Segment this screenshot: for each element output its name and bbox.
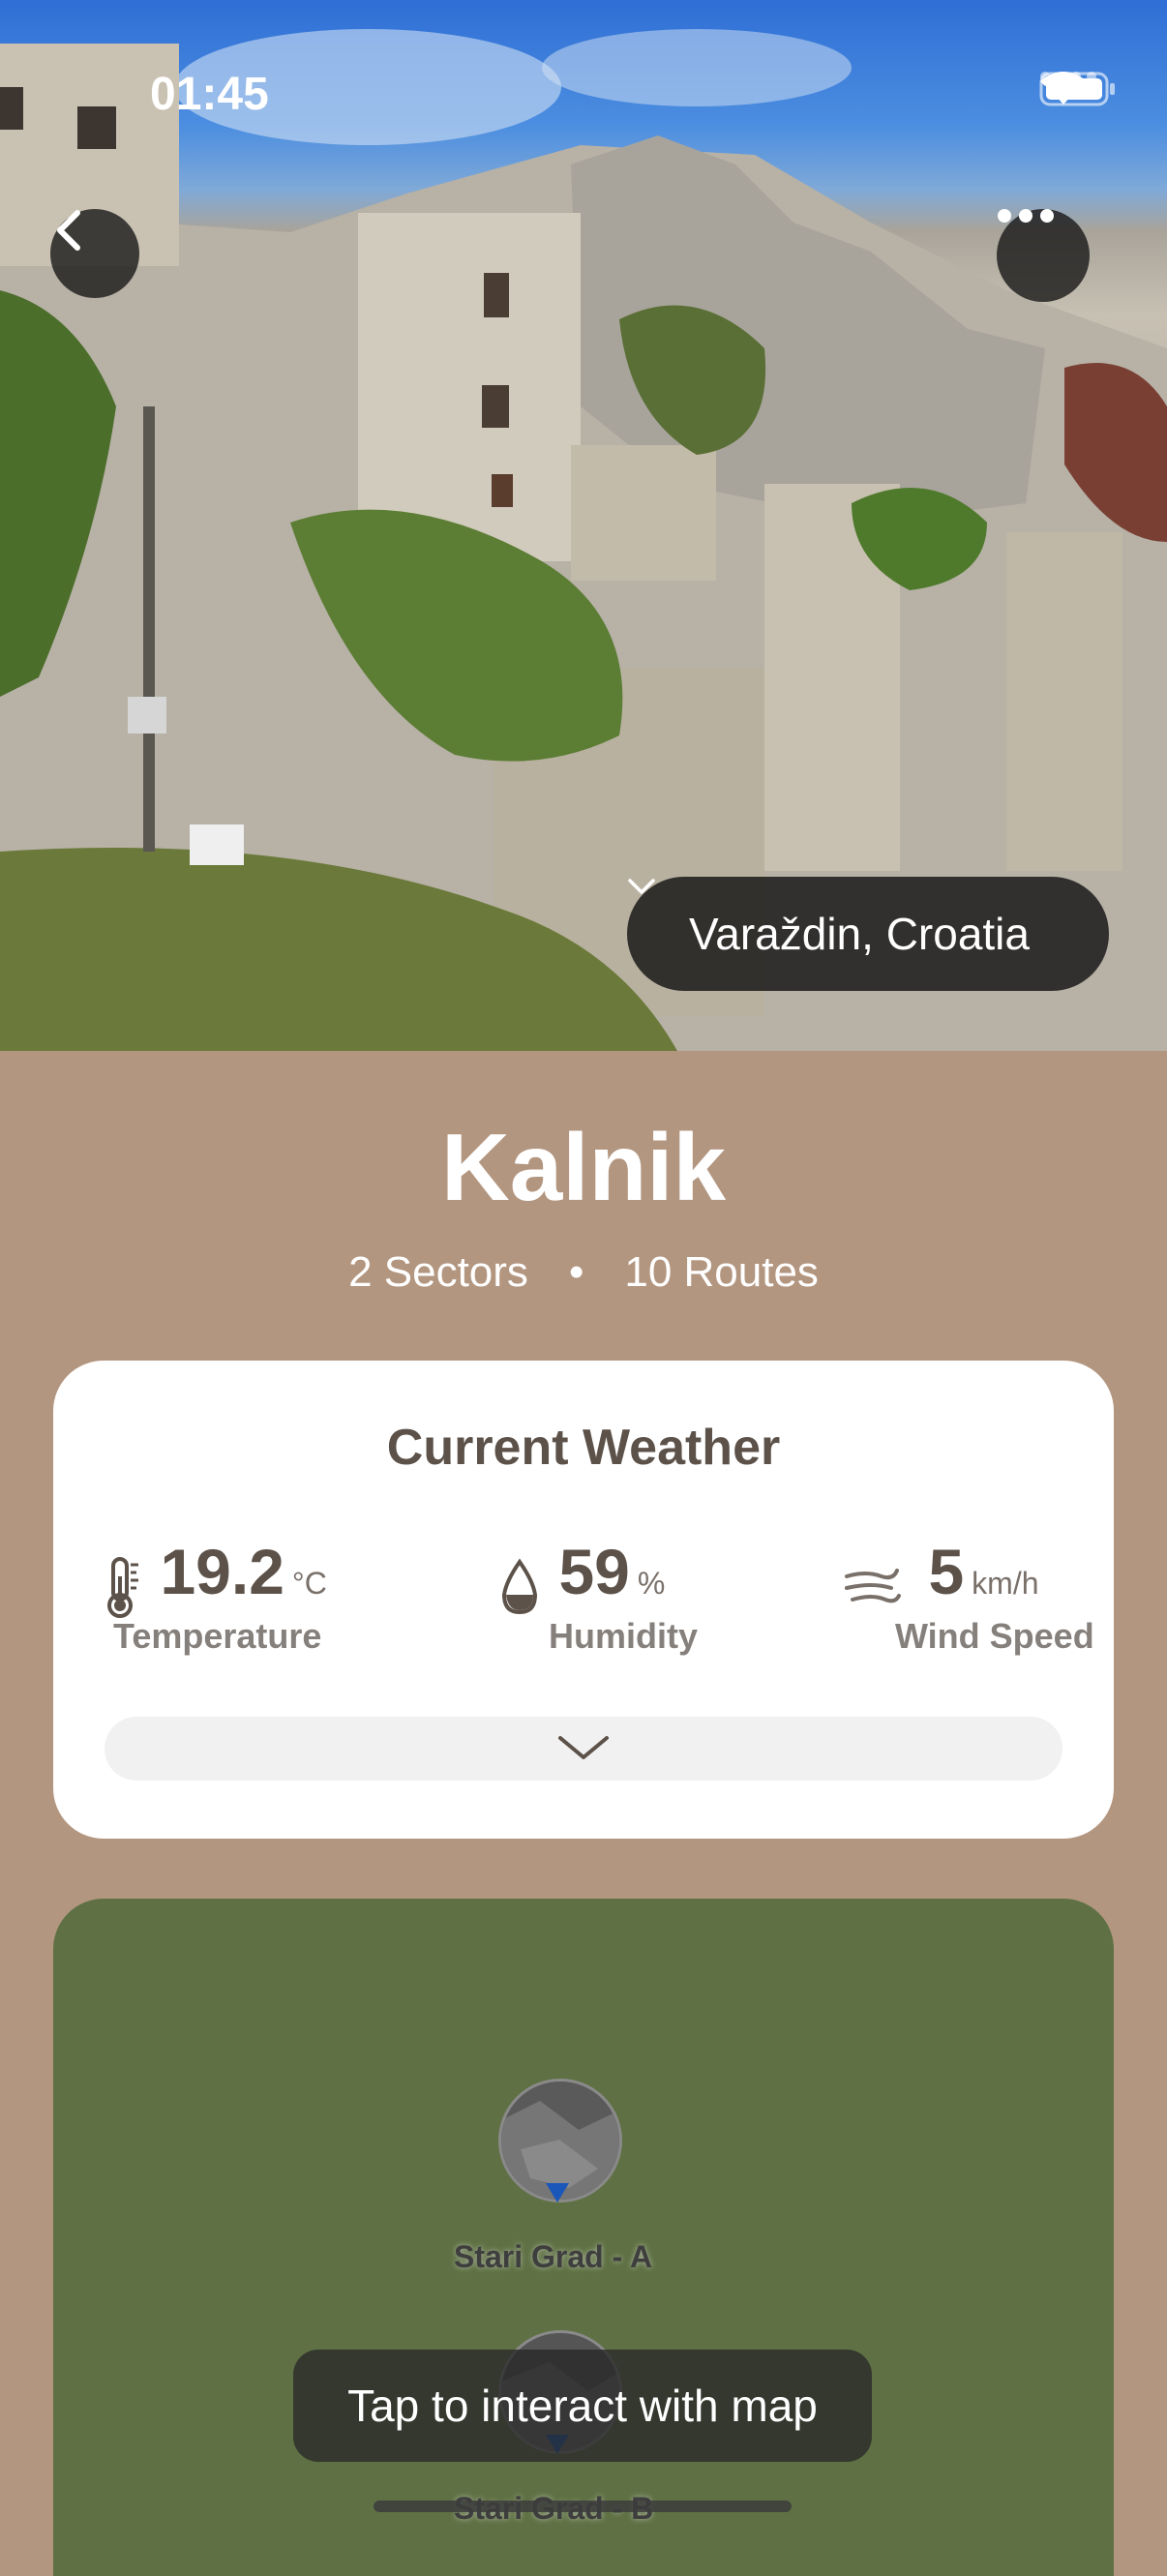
location-label: Varaždin, Croatia [689, 909, 1030, 959]
hero-image: 01:45 Varaždin, Croatia [0, 0, 1167, 1051]
weather-card: Current Weather 19.2 °C Temperature 59% H… [53, 1361, 1114, 1839]
wind-metric: 5 km/h Wind Speed [843, 1535, 1094, 1656]
drop-icon [498, 1558, 541, 1621]
wind-label: Wind Speed [895, 1616, 1094, 1656]
sector-map[interactable]: Stari Grad - A Stari Grad - B [53, 1899, 1114, 2576]
wind-unit: km/h [972, 1566, 1039, 1601]
status-time: 01:45 [150, 69, 269, 120]
weather-title: Current Weather [386, 1420, 781, 1476]
expand-weather-button[interactable] [105, 1717, 1062, 1781]
sectors-count: 2 Sectors [348, 1248, 528, 1296]
humidity-label: Humidity [549, 1616, 699, 1656]
crag-stats: 2 Sectors • 10 Routes [0, 1248, 1167, 1297]
chevron-down-icon [556, 1732, 611, 1766]
map-interaction-hint[interactable]: Tap to interact with map [293, 2350, 872, 2462]
humidity-unit: % [637, 1566, 666, 1601]
temperature-value: 19.2 [160, 1536, 284, 1607]
temperature-unit: °C [291, 1566, 327, 1601]
crag-title: Kalnik [440, 1114, 727, 1220]
sector-pin-a-tip [546, 2183, 569, 2202]
temperature-label: Temperature [113, 1616, 322, 1656]
temperature-metric: 19.2 °C Temperature [104, 1535, 327, 1656]
sector-label-a: Stari Grad - A [454, 2239, 653, 2274]
back-button[interactable] [50, 209, 139, 298]
wind-icon [843, 1563, 905, 1616]
humidity-value: 59 [558, 1536, 630, 1607]
routes-count: 10 Routes [624, 1248, 819, 1296]
more-button[interactable] [997, 209, 1090, 302]
thermometer-icon [104, 1555, 142, 1624]
home-indicator [374, 2501, 792, 2512]
humidity-metric: 59% Humidity [498, 1535, 698, 1656]
stats-separator: • [568, 1248, 584, 1296]
wind-value: 5 [928, 1536, 965, 1607]
location-selector[interactable]: Varaždin, Croatia [627, 877, 1109, 991]
